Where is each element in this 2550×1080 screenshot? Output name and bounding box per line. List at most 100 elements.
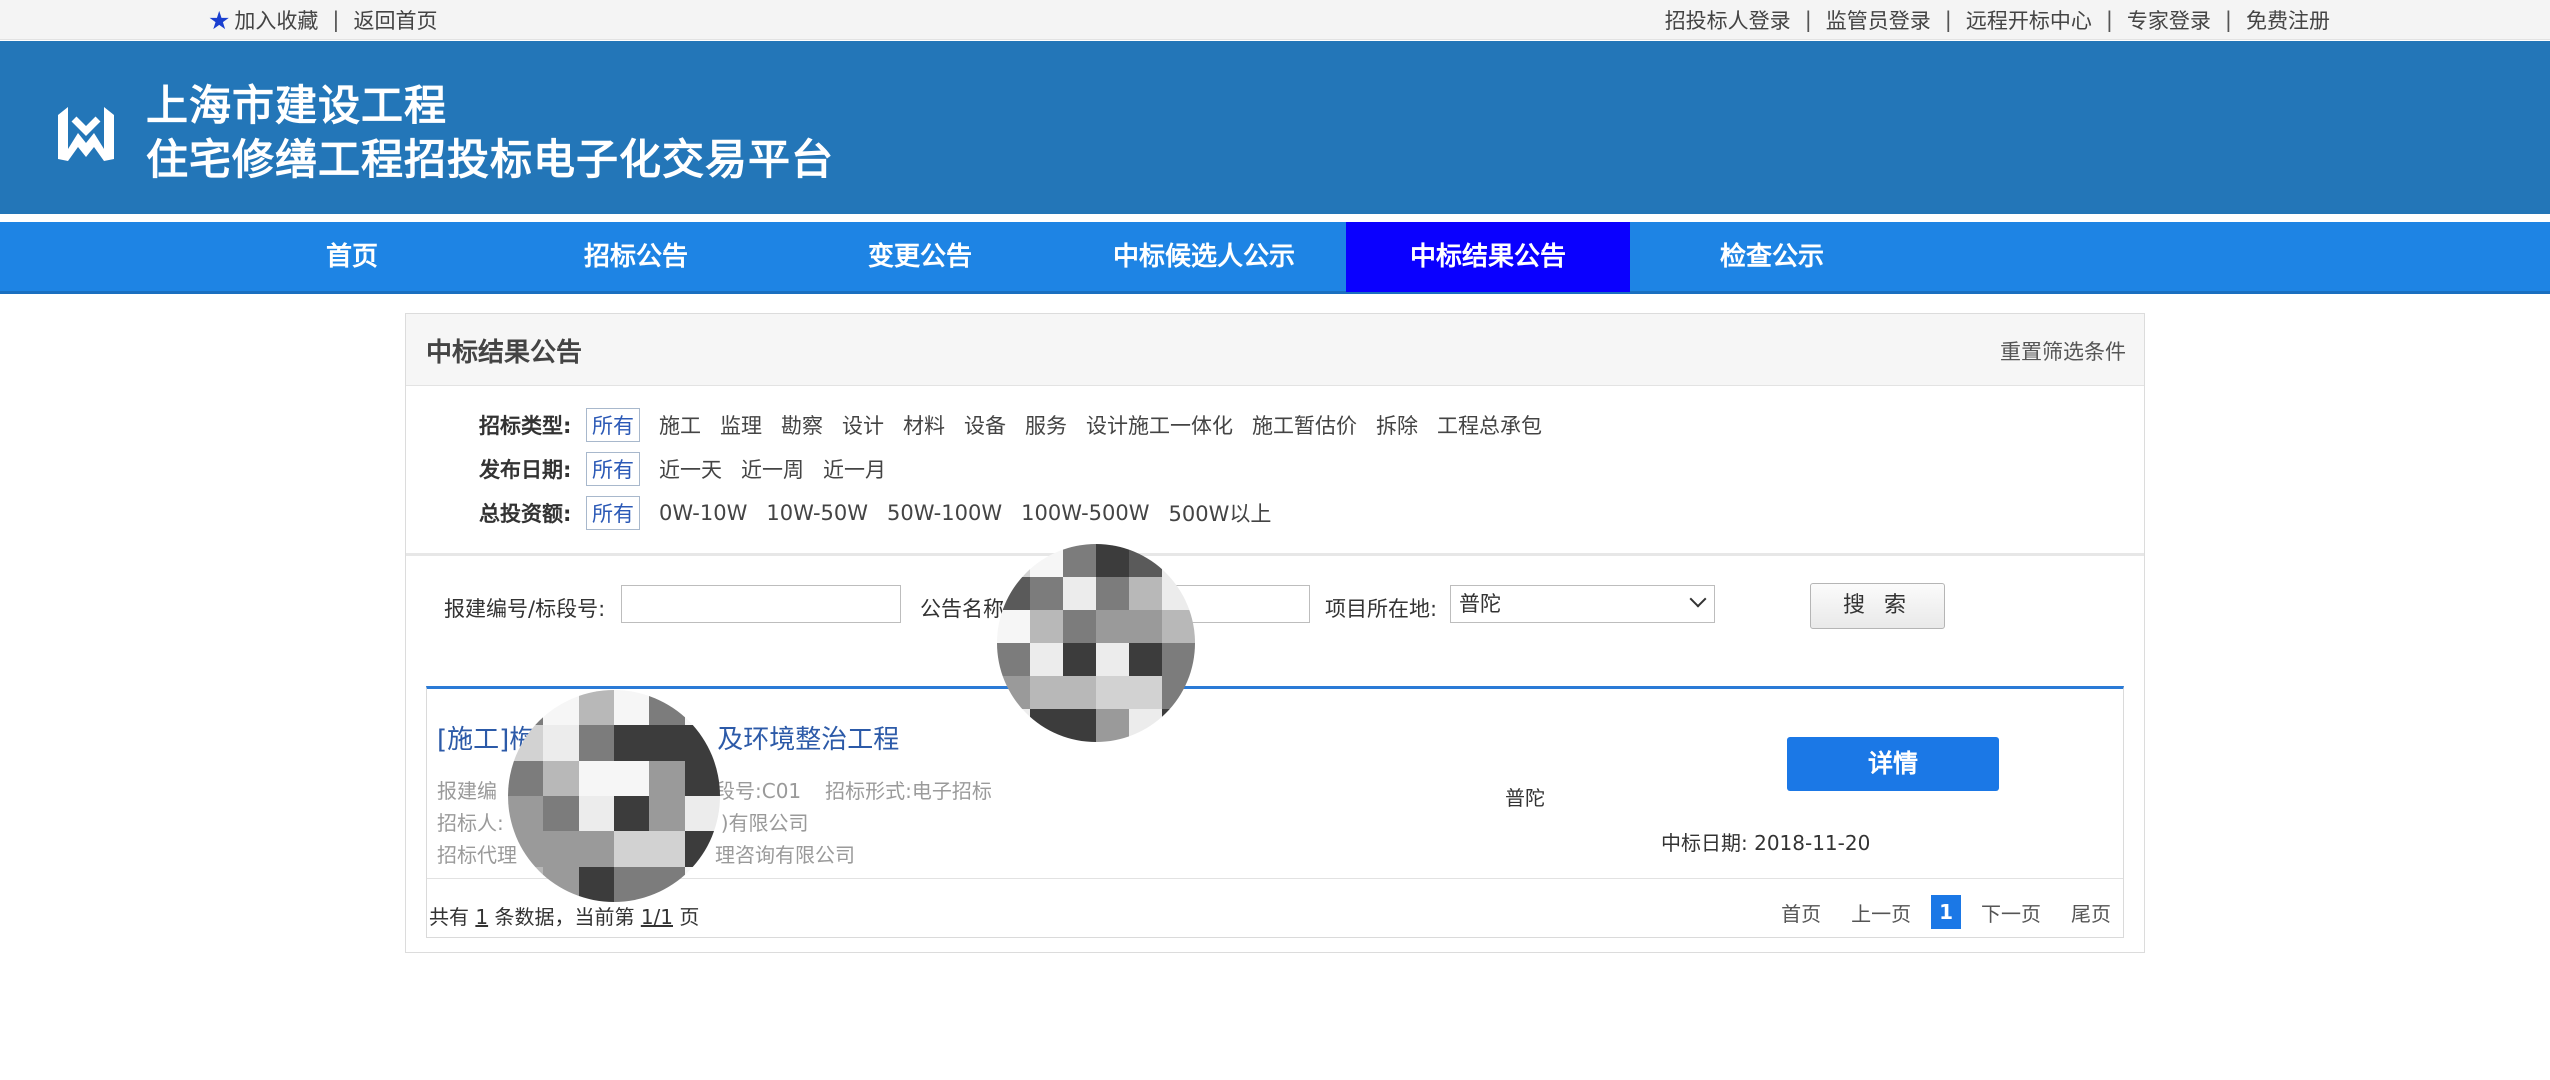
filter-option[interactable]: 近一周 — [741, 454, 804, 484]
mosaic-cell — [613, 725, 650, 761]
remote-opening-link[interactable]: 远程开标中心 — [1966, 5, 2092, 35]
nav-result-notice[interactable]: 中标结果公告 — [1346, 222, 1630, 292]
mosaic-cell — [1063, 610, 1096, 643]
mosaic-cell — [649, 831, 685, 867]
meta-tenderer: )有限公司 — [720, 811, 809, 835]
expert-login-link[interactable]: 专家登录 — [2127, 5, 2211, 35]
mosaic-cell — [543, 831, 579, 867]
mosaic-cell — [1129, 676, 1162, 709]
bidder-login-link[interactable]: 招投标人登录 — [1665, 5, 1791, 35]
first-page-link[interactable]: 首页 — [1781, 898, 1821, 927]
code-input[interactable] — [621, 585, 901, 623]
region-select[interactable]: 普陀 — [1450, 585, 1715, 623]
separator: | — [332, 8, 340, 32]
mosaic-cell — [1129, 643, 1162, 676]
mosaic-cell — [1063, 676, 1096, 709]
mosaic-cell — [613, 795, 650, 832]
site-title-line1: 上海市建设工程 — [146, 81, 448, 130]
mosaic-cell — [613, 831, 650, 867]
filter-option[interactable]: 勘察 — [781, 410, 823, 440]
filter-option[interactable]: 所有 — [586, 452, 640, 486]
current-page[interactable]: 1 — [1931, 895, 1961, 929]
mosaic-cell — [543, 795, 579, 832]
filter-row-amount: 总投资额: 所有 0W-10W 10W-50W 50W-100W 100W-50… — [479, 496, 1272, 530]
filter-label: 招标类型: — [479, 414, 572, 438]
meta-section: 段号:C01 — [715, 779, 802, 803]
result-title-end: 及环境整治工程 — [717, 725, 900, 755]
return-home-link[interactable]: 返回首页 — [354, 5, 438, 35]
main-nav: 首页 招标公告 变更公告 中标候选人公示 中标结果公告 检查公示 — [0, 222, 2550, 294]
code-label: 报建编号/标段号: — [444, 597, 606, 621]
filter-option[interactable]: 所有 — [586, 496, 640, 530]
search-button[interactable]: 搜 索 — [1810, 583, 1945, 629]
star-icon[interactable]: ★ — [208, 8, 230, 33]
filter-option[interactable]: 近一天 — [659, 454, 722, 484]
top-bar-right: 招投标人登录 | 监管员登录 | 远程开标中心 | 专家登录 | 免费注册 — [1665, 4, 2330, 36]
site-title-line2: 住宅修缮工程招投标电子化交易平台 — [146, 135, 835, 184]
mosaic-cell — [578, 831, 614, 867]
filter-option[interactable]: 拆除 — [1376, 410, 1418, 440]
filter-option[interactable]: 工程总承包 — [1437, 410, 1542, 440]
mosaic-cell — [684, 760, 720, 796]
panel-title: 中标结果公告 — [426, 338, 583, 368]
site-title: 上海市建设工程 住宅修缮工程招投标电子化交易平台 — [146, 79, 834, 187]
meta-agent-label: 招标代理 — [437, 843, 517, 867]
reset-filters-link[interactable]: 重置筛选条件 — [2000, 336, 2126, 366]
redaction-mosaic — [508, 690, 720, 902]
last-page-link[interactable]: 尾页 — [2071, 898, 2111, 927]
panel-header: 中标结果公告 重置筛选条件 — [406, 314, 2144, 386]
mosaic-cell — [684, 795, 720, 832]
filter-option[interactable]: 施工暂估价 — [1252, 410, 1357, 440]
supervisor-login-link[interactable]: 监管员登录 — [1826, 5, 1931, 35]
pager-info-prefix: 共有 — [429, 905, 469, 929]
filter-option[interactable]: 施工 — [659, 410, 701, 440]
nav-inspection-notice[interactable]: 检查公示 — [1630, 222, 1914, 292]
mosaic-cell — [997, 610, 1030, 643]
mosaic-cell — [1063, 544, 1096, 577]
site-header: 上海市建设工程 住宅修缮工程招投标电子化交易平台 — [0, 41, 2550, 218]
nav-change-notice[interactable]: 变更公告 — [778, 222, 1062, 292]
site-logo-icon[interactable] — [52, 101, 120, 167]
filter-label: 总投资额: — [479, 502, 572, 526]
top-bar-left: ★ 加入收藏 | 返回首页 — [208, 4, 438, 36]
next-page-link[interactable]: 下一页 — [1981, 898, 2041, 927]
filter-option[interactable]: 设计 — [842, 410, 884, 440]
mosaic-cell — [613, 690, 650, 726]
meta-bid-form: 招标形式:电子招标 — [825, 779, 992, 803]
mosaic-cell — [578, 725, 614, 761]
filter-option[interactable]: 材料 — [903, 410, 945, 440]
nav-tender-notice[interactable]: 招标公告 — [494, 222, 778, 292]
filter-option[interactable]: 500W以上 — [1169, 498, 1272, 528]
search-bar: 报建编号/标段号: 公告名称: 项目所在地: 普陀 搜 索 — [406, 556, 2144, 666]
add-favorite-link[interactable]: 加入收藏 — [234, 5, 318, 35]
register-link[interactable]: 免费注册 — [2246, 5, 2330, 35]
prev-page-link[interactable]: 上一页 — [1851, 898, 1911, 927]
mosaic-cell — [1030, 577, 1063, 610]
separator: | — [1944, 8, 1952, 32]
separator: | — [2224, 8, 2232, 32]
region-label: 项目所在地: — [1325, 597, 1438, 621]
meta-agent: 理咨询有限公司 — [715, 843, 855, 867]
mosaic-cell — [1096, 544, 1129, 577]
filter-option[interactable]: 服务 — [1025, 410, 1067, 440]
meta-tenderer-label: 招标人: — [437, 811, 504, 835]
filter-option[interactable]: 近一月 — [823, 454, 886, 484]
filter-option[interactable]: 50W-100W — [887, 501, 1002, 525]
mosaic-cell — [613, 866, 650, 902]
mosaic-cell — [1030, 643, 1063, 676]
result-region: 普陀 — [1505, 786, 1545, 810]
filter-label: 发布日期: — [479, 458, 572, 482]
filter-option[interactable]: 0W-10W — [659, 501, 747, 525]
filter-option[interactable]: 监理 — [720, 410, 762, 440]
detail-button[interactable]: 详情 — [1787, 737, 1999, 791]
filter-option[interactable]: 100W-500W — [1021, 501, 1149, 525]
filter-option[interactable]: 10W-50W — [766, 501, 868, 525]
separator: | — [1804, 8, 1812, 32]
filter-option[interactable]: 设计施工一体化 — [1086, 410, 1233, 440]
pager-info-mid: 条数据，当前第 — [494, 905, 635, 929]
nav-candidate-notice[interactable]: 中标候选人公示 — [1062, 222, 1346, 292]
pager-info-suffix: 页 — [679, 905, 700, 929]
filter-option[interactable]: 设备 — [964, 410, 1006, 440]
nav-home[interactable]: 首页 — [210, 222, 494, 292]
filter-option[interactable]: 所有 — [586, 408, 640, 442]
